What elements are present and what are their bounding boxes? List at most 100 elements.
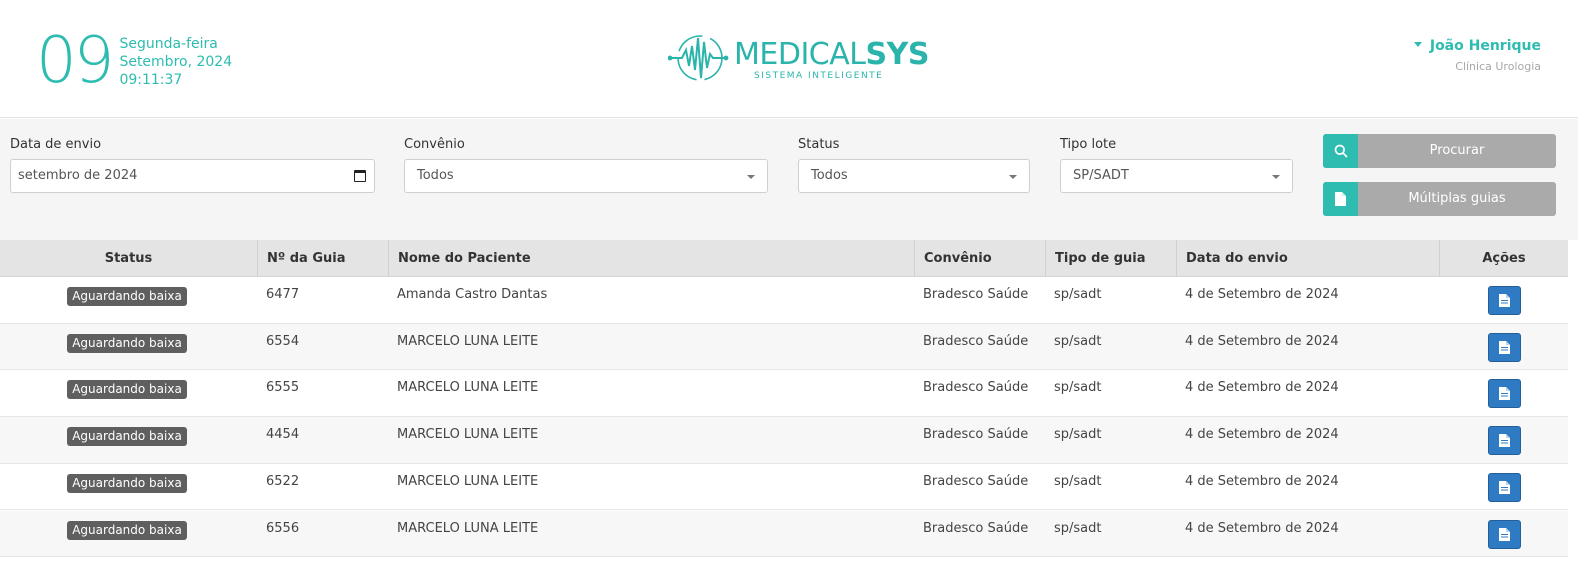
guia-number: 6556 [266,520,300,536]
date-details: Segunda-feira Setembro, 2024 09:11:37 [119,35,232,89]
patient-name: MARCELO LUNA LEITE [397,333,539,349]
convenio-value: Bradesco Saúde [923,427,1029,443]
user-name-row[interactable]: João Henrique [1413,37,1541,55]
status-badge: Aguardando baixa [67,520,187,540]
status-filter: Status Todos [798,137,1030,193]
status-badge: Aguardando baixa [67,287,187,306]
user-name: João Henrique [1429,38,1541,54]
guia-number: 6522 [266,473,300,489]
send-date-value: 4 de Setembro de 2024 [1185,520,1339,536]
guia-number: 6477 [266,287,300,302]
patient-name: MARCELO LUNA LEITE [397,473,539,489]
tipo-lote-select[interactable]: SP/SADT [1060,159,1293,193]
caret-down-icon [1413,41,1422,47]
date-input[interactable]: setembro de 2024 [10,159,375,193]
table-header: Status Nº da Guia Nome do Paciente Convê… [0,240,1568,277]
convenio-filter-label: Convênio [404,137,465,152]
column-header-tipo[interactable]: Tipo de guia [1046,240,1177,277]
tipo-guia-value: sp/sadt [1054,520,1102,536]
send-date-value: 4 de Setembro de 2024 [1185,287,1339,302]
search-button[interactable]: Procurar [1323,134,1556,168]
user-menu[interactable]: João Henrique Clínica Urologia [1413,37,1541,74]
tipo-guia-value: sp/sadt [1054,287,1102,302]
month-year: Setembro, 2024 [119,54,233,70]
table-row: Aguardando baixa 6477 Amanda Castro Dantas… [0,277,1568,324]
dropdown-caret-icon [747,175,755,179]
tipo-lote-filter-label: Tipo lote [1060,137,1117,152]
patient-name: MARCELO LUNA LEITE [397,520,539,536]
logo-tagline: SISTEMA INTELIGENTE [754,71,884,81]
status-select[interactable]: Todos [798,159,1030,193]
day-number: 09 [36,24,114,98]
status-badge: Aguardando baixa [67,333,187,353]
column-header-status[interactable]: Status [0,240,258,277]
column-header-paciente[interactable]: Nome do Paciente [389,240,915,277]
convenio-value: Bradesco Saúde [923,473,1029,489]
document-icon [1499,527,1510,541]
multiple-guides-button[interactable]: Múltiplas guias [1323,182,1556,216]
app-header: 09 Segunda-feira Setembro, 2024 09:11:37… [0,0,1578,118]
patient-name: MARCELO LUNA LEITE [397,380,539,396]
column-header-data[interactable]: Data do envio [1177,240,1440,277]
document-icon [1323,182,1358,216]
status-badge: Aguardando baixa [67,380,187,400]
column-header-acoes: Ações [1482,251,1526,266]
date-filter-label: Data de envio [10,137,102,152]
patient-name: MARCELO LUNA LEITE [397,427,539,443]
view-guide-button[interactable] [1488,426,1521,456]
tipo-lote-filter: Tipo lote SP/SADT [1060,137,1293,193]
document-icon [1499,387,1510,401]
table-row: Aguardando baixa 6554 MARCELO LUNA LEITE Br… [0,323,1568,371]
date-filter: Data de envio setembro de 2024 [10,137,375,193]
table-row: Aguardando baixa 6556 MARCELO LUNA LEITE Br… [0,510,1568,558]
view-guide-button[interactable] [1488,379,1521,409]
multiple-guides-label: Múltiplas guias [1408,191,1506,206]
view-guide-button[interactable] [1488,519,1521,549]
search-icon [1323,134,1358,168]
tipo-guia-value: sp/sadt [1054,427,1102,443]
status-badge: Aguardando baixa [67,473,187,493]
column-header-convenio[interactable]: Convênio [915,240,1046,277]
status-badge: Aguardando baixa [67,427,187,447]
convenio-value: Bradesco Saúde [923,287,1029,302]
view-guide-button[interactable] [1488,286,1521,315]
send-date-value: 4 de Setembro de 2024 [1185,380,1339,396]
patient-name: Amanda Castro Dantas [397,287,548,302]
dropdown-caret-icon [1009,175,1017,179]
table-row: Aguardando baixa 6522 MARCELO LUNA LEITE Br… [0,463,1568,511]
calendar-icon[interactable] [354,170,366,182]
medicalsys-logo: MEDICALSYS SISTEMA INTELIGENTE [668,28,929,88]
status-filter-label: Status [798,137,840,152]
document-icon [1499,340,1510,354]
weekday: Segunda-feira [119,36,218,52]
convenio-filter: Convênio Todos [404,137,768,193]
dropdown-caret-icon [1272,175,1280,179]
convenio-value: Bradesco Saúde [923,380,1029,396]
view-guide-button[interactable] [1488,472,1521,502]
view-guide-button[interactable] [1488,332,1521,362]
column-header-guia[interactable]: Nº da Guia [258,240,389,277]
clock-time: 09:11:37 [119,72,183,88]
document-icon [1499,294,1510,307]
tipo-guia-value: sp/sadt [1054,380,1102,396]
tipo-guia-value: sp/sadt [1054,333,1102,349]
guia-number: 6555 [266,380,300,396]
search-button-label: Procurar [1429,143,1485,158]
table-row: Aguardando baixa 4454 MARCELO LUNA LEITE Br… [0,417,1568,464]
logo-wordmark: MEDICALSYS [734,37,929,72]
send-date-value: 4 de Setembro de 2024 [1185,473,1339,489]
convenio-select[interactable]: Todos [404,159,768,193]
table-row: Aguardando baixa 6555 MARCELO LUNA LEITE Br… [0,370,1568,418]
guia-number: 6554 [266,333,300,349]
date-display: 09 Segunda-feira Setembro, 2024 09:11:37 [36,26,232,96]
clinic-name: Clínica Urologia [1455,60,1541,73]
convenio-value: Bradesco Saúde [923,333,1029,349]
tipo-guia-value: sp/sadt [1054,473,1102,489]
document-icon [1499,480,1510,494]
document-icon [1499,434,1510,448]
pulse-logo-icon [668,35,729,81]
send-date-value: 4 de Setembro de 2024 [1185,427,1339,443]
filter-bar: Data de envio setembro de 2024 Convênio … [0,119,1578,240]
guia-number: 4454 [266,427,300,443]
convenio-value: Bradesco Saúde [923,520,1029,536]
